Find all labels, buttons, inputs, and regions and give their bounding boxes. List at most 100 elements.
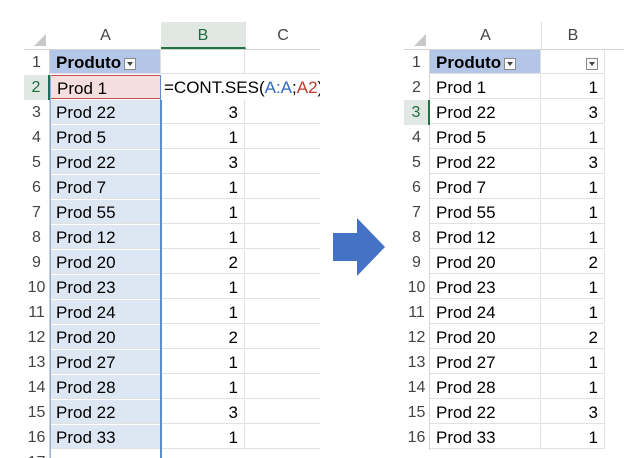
row-number[interactable]: 12 bbox=[404, 325, 430, 350]
formula-edit-cell[interactable]: =CONT.SES(A:A;A2) bbox=[161, 75, 320, 100]
cell-b[interactable]: 1 bbox=[161, 125, 245, 149]
cell-a[interactable]: Prod 33 bbox=[430, 425, 541, 449]
row-number[interactable]: 5 bbox=[24, 150, 50, 175]
cell-c[interactable] bbox=[245, 325, 320, 349]
row-number[interactable]: 1 bbox=[24, 50, 50, 75]
cell-a[interactable]: Prod 20 bbox=[50, 325, 161, 349]
row-number[interactable]: 8 bbox=[404, 225, 430, 250]
row-number[interactable]: 2 bbox=[404, 75, 430, 100]
cell-a[interactable]: Prod 22 bbox=[50, 100, 161, 124]
cell-b[interactable]: 2 bbox=[541, 325, 605, 349]
cell-b[interactable]: 1 bbox=[541, 350, 605, 374]
cell-a[interactable]: Prod 24 bbox=[430, 300, 541, 324]
row-number[interactable]: 12 bbox=[24, 325, 50, 350]
cell-a[interactable]: Prod 20 bbox=[50, 250, 161, 274]
cell-a[interactable]: Prod 20 bbox=[430, 250, 541, 274]
row-number[interactable]: 4 bbox=[24, 125, 50, 150]
cell-b[interactable]: 1 bbox=[161, 425, 245, 449]
cell-c[interactable] bbox=[245, 300, 320, 324]
cell-b[interactable]: 2 bbox=[161, 250, 245, 274]
row-number[interactable]: 6 bbox=[24, 175, 50, 200]
select-all-corner[interactable] bbox=[24, 22, 49, 49]
cell-a[interactable]: Prod 27 bbox=[430, 350, 541, 374]
row-number[interactable]: 17 bbox=[24, 450, 50, 458]
row-number[interactable]: 13 bbox=[24, 350, 50, 375]
cell-a[interactable]: Prod 12 bbox=[50, 225, 161, 249]
row-number[interactable]: 10 bbox=[24, 275, 50, 300]
cell-b[interactable]: 3 bbox=[541, 100, 605, 124]
cell-b[interactable]: 1 bbox=[541, 300, 605, 324]
cell-a[interactable]: Prod 55 bbox=[430, 200, 541, 224]
row-number[interactable]: 15 bbox=[24, 400, 50, 425]
row-number[interactable]: 9 bbox=[24, 250, 50, 275]
cell-b[interactable] bbox=[161, 50, 245, 74]
cell-b[interactable]: 2 bbox=[161, 325, 245, 349]
cell-c[interactable] bbox=[245, 225, 320, 249]
column-header-b[interactable]: B bbox=[541, 22, 605, 49]
cell-c[interactable] bbox=[245, 200, 320, 224]
cell-a[interactable]: Prod 20 bbox=[430, 325, 541, 349]
row-number[interactable]: 6 bbox=[404, 175, 430, 200]
cell-b[interactable]: 1 bbox=[541, 200, 605, 224]
filter-dropdown-icon[interactable] bbox=[504, 57, 517, 70]
row-number[interactable]: 16 bbox=[404, 425, 430, 450]
row-number[interactable]: 7 bbox=[24, 200, 50, 225]
cell-b[interactable]: 3 bbox=[161, 400, 245, 424]
cell-b[interactable]: 1 bbox=[161, 375, 245, 399]
cell-a[interactable]: Prod 27 bbox=[50, 350, 161, 374]
cell-a[interactable]: Prod 5 bbox=[50, 125, 161, 149]
cell-a[interactable]: Prod 5 bbox=[430, 125, 541, 149]
column-header-a[interactable]: A bbox=[430, 22, 542, 49]
cell-c[interactable] bbox=[245, 125, 320, 149]
cell-a[interactable]: Prod 12 bbox=[430, 225, 541, 249]
cell-b[interactable]: 1 bbox=[541, 225, 605, 249]
cell-a[interactable]: Prod 22 bbox=[430, 150, 541, 174]
cell-a[interactable]: Prod 24 bbox=[50, 300, 161, 324]
cell-a[interactable]: Prod 22 bbox=[430, 100, 541, 124]
row-number[interactable]: 7 bbox=[404, 200, 430, 225]
cell-a[interactable]: Prod 22 bbox=[50, 400, 161, 424]
column-header-b[interactable]: B bbox=[161, 22, 246, 49]
row-number[interactable]: 11 bbox=[404, 300, 430, 325]
cell-b[interactable]: 1 bbox=[541, 75, 605, 99]
cell-c[interactable] bbox=[245, 175, 320, 199]
header-cell-b[interactable] bbox=[541, 50, 605, 74]
row-number[interactable]: 10 bbox=[404, 275, 430, 300]
cell-b[interactable]: 1 bbox=[541, 425, 605, 449]
header-cell-produto[interactable]: Produto bbox=[430, 50, 541, 74]
cell-b[interactable]: 1 bbox=[541, 275, 605, 299]
cell-c[interactable] bbox=[245, 250, 320, 274]
cell-a[interactable]: Prod 7 bbox=[50, 175, 161, 199]
row-number[interactable]: 13 bbox=[404, 350, 430, 375]
row-number[interactable]: 3 bbox=[404, 100, 430, 125]
cell-b[interactable]: 3 bbox=[161, 150, 245, 174]
cell-a[interactable]: Prod 22 bbox=[50, 150, 161, 174]
cell-b[interactable]: 1 bbox=[541, 175, 605, 199]
cell-c[interactable] bbox=[245, 400, 320, 424]
cell-b[interactable]: 1 bbox=[541, 125, 605, 149]
cell-c[interactable] bbox=[245, 425, 320, 449]
cell-c[interactable] bbox=[245, 50, 320, 74]
cell-c[interactable] bbox=[245, 150, 320, 174]
filter-dropdown-icon[interactable] bbox=[124, 57, 137, 70]
column-header-a[interactable]: A bbox=[50, 22, 162, 49]
row-number[interactable]: 14 bbox=[404, 375, 430, 400]
cell-a[interactable]: Prod 28 bbox=[50, 375, 161, 399]
cell-a[interactable]: Prod 23 bbox=[50, 275, 161, 299]
cell-b[interactable]: 1 bbox=[161, 275, 245, 299]
row-number[interactable]: 15 bbox=[404, 400, 430, 425]
cell-b[interactable]: 1 bbox=[161, 200, 245, 224]
cell-b[interactable]: 2 bbox=[541, 250, 605, 274]
cell-c[interactable] bbox=[245, 375, 320, 399]
cell-a[interactable]: Prod 23 bbox=[430, 275, 541, 299]
cell-b[interactable]: 3 bbox=[541, 400, 605, 424]
row-number[interactable]: 4 bbox=[404, 125, 430, 150]
cell-b[interactable]: 1 bbox=[161, 225, 245, 249]
column-header-c[interactable]: C bbox=[245, 22, 320, 49]
cell-c[interactable] bbox=[245, 350, 320, 374]
cell-c[interactable] bbox=[245, 275, 320, 299]
cell-b[interactable]: 1 bbox=[161, 300, 245, 324]
row-number[interactable]: 3 bbox=[24, 100, 50, 125]
cell-a[interactable]: Prod 55 bbox=[50, 200, 161, 224]
cell-a[interactable]: Prod 33 bbox=[50, 425, 161, 449]
